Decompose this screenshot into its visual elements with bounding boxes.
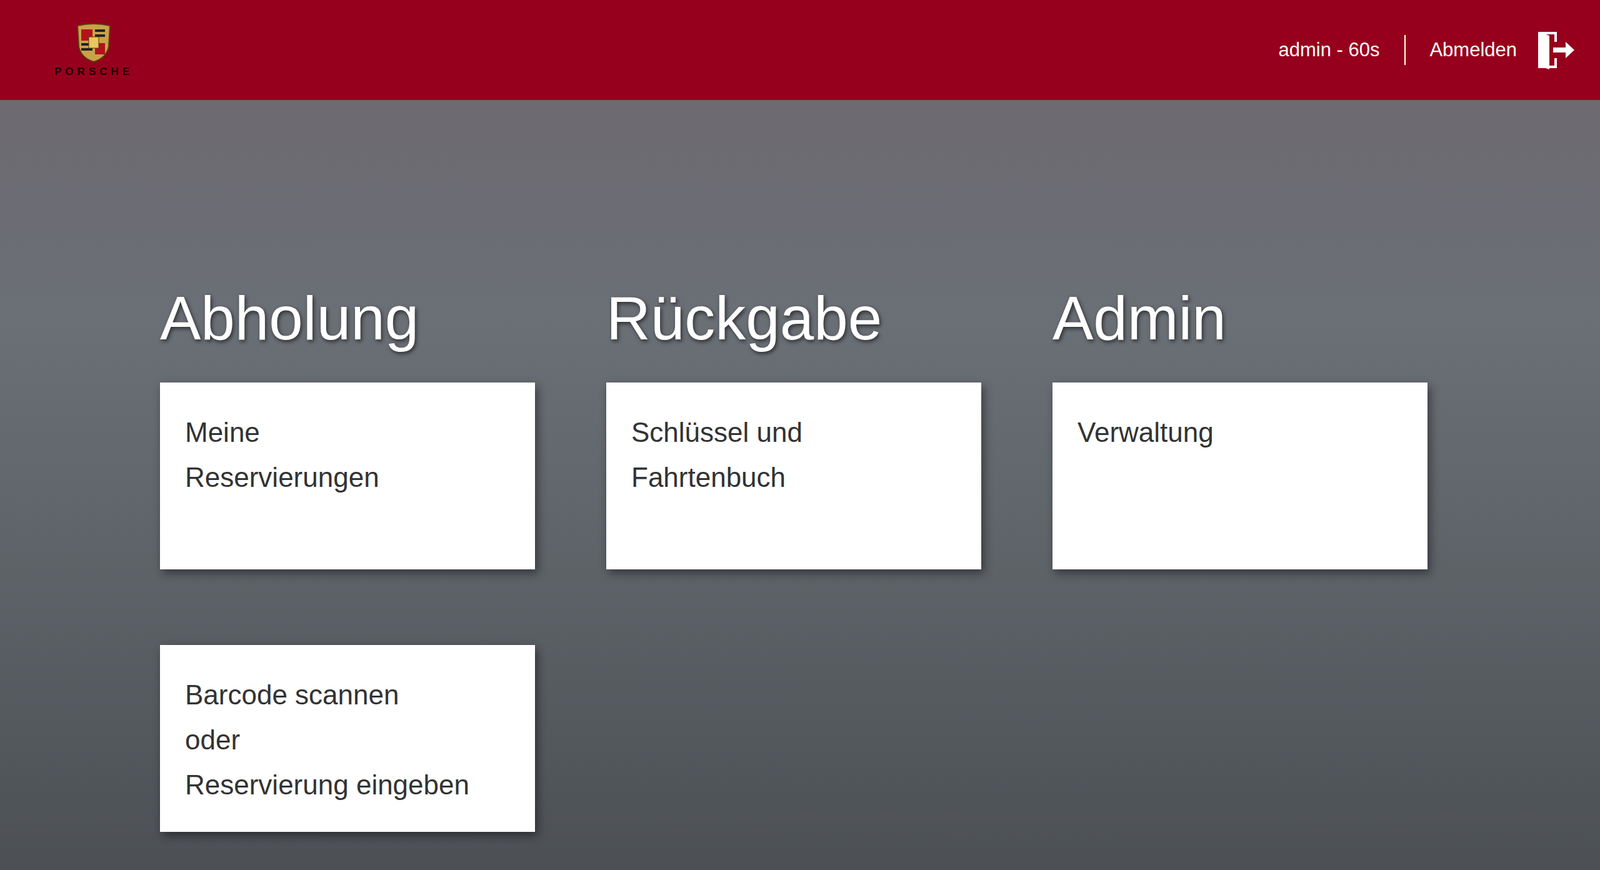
card-label[interactable]: Reservierung eingeben [185, 762, 510, 808]
section-column: Abholung MeineReservierungen Barcode scann… [160, 281, 535, 832]
section-title: Admin [1052, 281, 1428, 355]
menu-card[interactable]: MeineReservierungen [160, 382, 535, 570]
card-label[interactable]: Fahrtenbuch [631, 455, 957, 500]
section-group: Admin Verwaltung [1052, 281, 1428, 570]
section-group: Rückgabe Schlüssel undFahrtenbuch [606, 281, 982, 570]
card-label[interactable]: Barcode scannen [185, 672, 510, 718]
porsche-logo[interactable]: PORSCHE [36, 21, 152, 79]
section-title: Abholung [160, 281, 535, 355]
separator [1404, 35, 1406, 65]
card-label[interactable]: Reservierungen [185, 455, 510, 500]
card-label[interactable]: oder [185, 717, 510, 763]
logout-button[interactable]: Abmelden [1429, 29, 1577, 71]
menu-card[interactable]: Verwaltung [1052, 382, 1428, 570]
crest-icon [75, 21, 113, 64]
menu-card[interactable]: Schlüssel undFahrtenbuch [606, 382, 982, 570]
user-label: admin - 60s [1278, 38, 1380, 62]
dashboard: Abholung MeineReservierungen Barcode scann… [0, 100, 1600, 870]
card-label[interactable]: Schlüssel und [631, 410, 957, 455]
section-column: Rückgabe Schlüssel undFahrtenbuch [606, 281, 982, 832]
card-label[interactable]: Verwaltung [1077, 410, 1403, 455]
section-group: Abholung MeineReservierungen [160, 281, 535, 570]
header: PORSCHE admin - 60s Abmelden [0, 0, 1600, 100]
logo-wordmark: PORSCHE [54, 65, 134, 79]
section-title: Rückgabe [606, 281, 982, 355]
menu-card[interactable]: Barcode scannenoderReservierung eingeben [160, 645, 535, 832]
card-label[interactable]: Meine [185, 410, 510, 455]
logout-label[interactable]: Abmelden [1429, 38, 1517, 62]
section-column: Admin Verwaltung [1052, 281, 1428, 832]
header-actions: admin - 60s Abmelden [1278, 29, 1577, 71]
logout-icon [1535, 29, 1577, 71]
